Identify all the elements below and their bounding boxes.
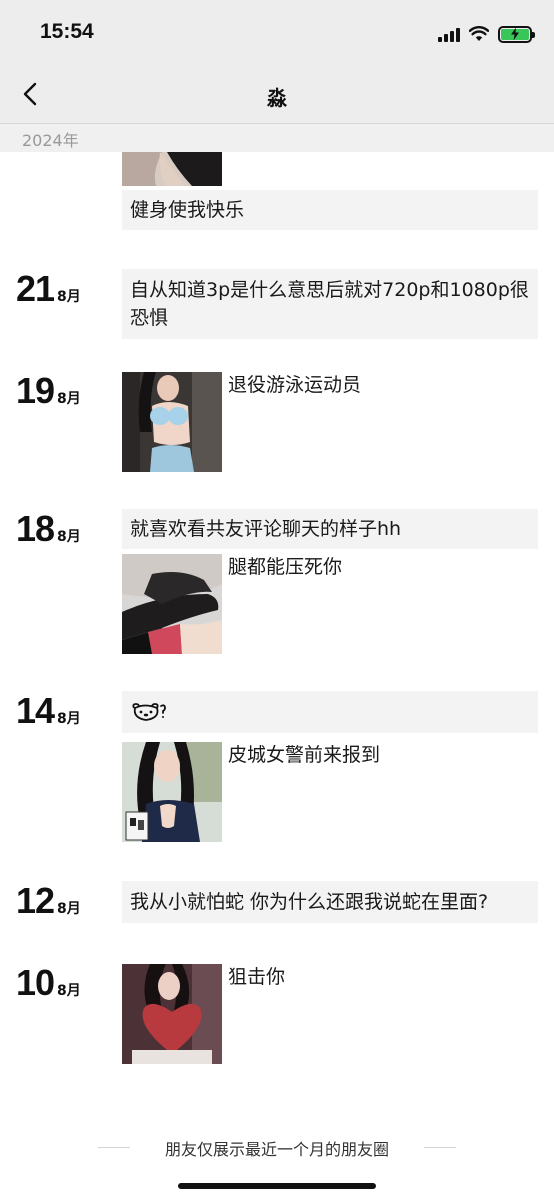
post-text: 就喜欢看共友评论聊天的样子hh [122, 509, 538, 549]
post-text: 自从知道3p是什么意思后就对720p和1080p很恐惧 [122, 269, 538, 339]
post-text: 健身使我快乐 [122, 190, 538, 230]
post-photo[interactable] [122, 152, 222, 186]
footer-text: 朋友仅展示最近一个月的朋友圈 [164, 1140, 389, 1159]
page-title: 淼 [267, 86, 287, 110]
cellular-signal-icon [438, 27, 460, 42]
post-month: 8月 [57, 711, 81, 727]
post-caption: 狙击你 [228, 966, 286, 988]
year-label: 2024年 [22, 131, 79, 150]
post-caption: 退役游泳运动员 [228, 374, 362, 396]
nav-bar: 淼 [0, 66, 554, 124]
year-header: 2024年 [0, 124, 554, 152]
battery-icon [498, 25, 535, 43]
post-photo[interactable] [122, 554, 222, 654]
bear-face-emoji [132, 703, 166, 721]
footer-note: 朋友仅展示最近一个月的朋友圈 [0, 1136, 554, 1160]
post-caption: 腿都能压死你 [228, 556, 343, 578]
post-day: 19 [16, 370, 55, 411]
post-day: 10 [16, 962, 55, 1003]
status-bar: 15:54 [0, 0, 554, 66]
home-indicator[interactable] [178, 1183, 376, 1189]
post-text [122, 691, 538, 733]
post-text: 我从小就怕蛇 你为什么还跟我说蛇在里面? [122, 881, 538, 923]
post-date: 18 8月 [16, 508, 81, 550]
post-month: 8月 [57, 289, 81, 305]
post-photo[interactable] [122, 742, 222, 842]
post-month: 8月 [57, 529, 81, 545]
post-day: 21 [16, 268, 55, 309]
post-day: 18 [16, 508, 55, 549]
post-day: 14 [16, 690, 55, 731]
post-date: 12 8月 [16, 880, 81, 922]
post-day: 12 [16, 880, 55, 921]
post-date: 14 8月 [16, 690, 81, 732]
post-date: 21 8月 [16, 268, 81, 310]
post-month: 8月 [57, 983, 81, 999]
charging-bolt-icon [511, 27, 519, 41]
status-time: 15:54 [40, 20, 94, 43]
post-date: 10 8月 [16, 962, 81, 1004]
post-photo[interactable] [122, 372, 222, 472]
divider [424, 1147, 456, 1148]
post-month: 8月 [57, 901, 81, 917]
post-month: 8月 [57, 391, 81, 407]
status-icons [438, 22, 535, 46]
post-date: 19 8月 [16, 370, 81, 412]
post-photo[interactable] [122, 964, 222, 1064]
wifi-icon [469, 26, 489, 41]
post-caption: 皮城女警前来报到 [228, 744, 381, 766]
